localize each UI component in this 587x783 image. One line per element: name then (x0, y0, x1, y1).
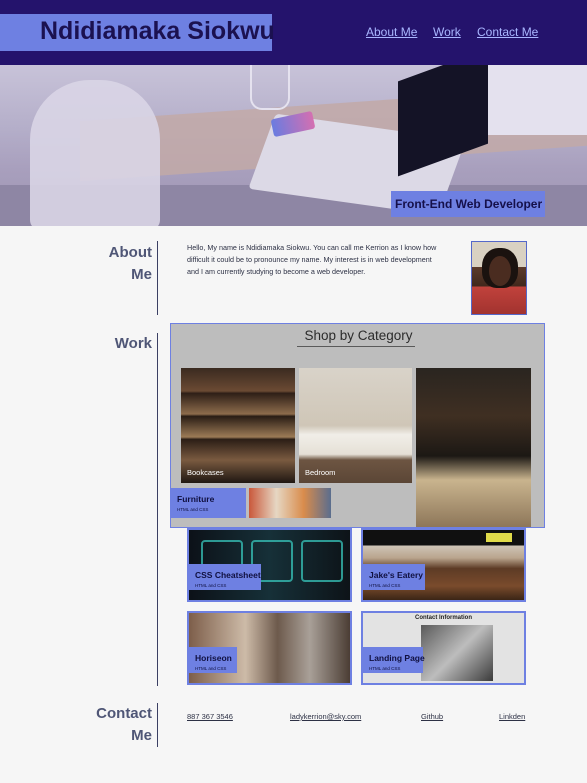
about-heading-line2: Me (131, 266, 152, 283)
contact-divider (157, 703, 158, 747)
project-title: Landing Page (369, 653, 425, 663)
css-tile-3 (301, 540, 343, 582)
jakes-nav-button (486, 533, 512, 542)
hero-laptop-screen (398, 65, 488, 177)
featured-project-card[interactable]: Shop by Category Bookcases Bedroom Furni… (170, 323, 545, 528)
name-banner: Ndidiamaka Siokwu (0, 14, 275, 51)
github-link[interactable]: Github (421, 712, 443, 721)
project-title: CSS Cheatsheet (195, 570, 261, 580)
project-title: Horiseon (195, 653, 232, 663)
about-text: Hello, My name is Ndidiamaka Siokwu. You… (187, 243, 437, 276)
site-title: Ndidiamaka Siokwu (40, 17, 275, 45)
nav-work-link[interactable]: Work (433, 25, 461, 39)
project-label: CSS Cheatsheet HTML and CSS (189, 564, 261, 590)
project-sub: HTML and CSS (369, 666, 401, 671)
project-label: Horiseon HTML and CSS (189, 647, 237, 673)
role-text: Front-End Web Developer (395, 197, 543, 211)
featured-label: Furniture HTML and CSS (171, 488, 246, 518)
phone-link[interactable]: 887 367 3546 (187, 712, 233, 721)
project-sub: HTML and CSS (195, 583, 227, 588)
featured-sub: HTML and CSS (177, 507, 209, 512)
bedroom-label: Bedroom (305, 468, 336, 477)
contact-heading: Contact Me (92, 703, 152, 747)
screenshot-title-underline (297, 346, 415, 347)
bookcases-label: Bookcases (187, 468, 224, 477)
photo-face (489, 256, 511, 286)
nav-contact-link[interactable]: Contact Me (477, 25, 538, 39)
gazebo-image (416, 368, 531, 527)
hero-chair (30, 80, 160, 226)
project-card-css-cheatsheet[interactable]: CSS Cheatsheet HTML and CSS (187, 528, 352, 602)
work-heading: Work (100, 333, 152, 355)
project-title: Jake's Eatery (369, 570, 424, 580)
profile-photo (471, 241, 527, 315)
bookcases-image: Bookcases (181, 368, 295, 483)
project-label: Landing Page HTML and CSS (363, 647, 425, 673)
project-card-landing-page[interactable]: Contact Information Landing Page HTML an… (361, 611, 526, 685)
work-divider (157, 333, 158, 686)
project-sub: HTML and CSS (369, 583, 401, 588)
wall-art-image (249, 488, 331, 518)
screenshot-title: Shop by Category (304, 328, 413, 343)
role-badge: Front-End Web Developer (391, 191, 545, 217)
about-heading: About Me (100, 242, 152, 286)
contact-heading-line1: Contact (96, 705, 152, 722)
contact-heading-line2: Me (131, 727, 152, 744)
project-card-horiseon[interactable]: Horiseon HTML and CSS (187, 611, 352, 685)
landing-screenshot-image (421, 625, 493, 681)
bedroom-image: Bedroom (299, 368, 412, 483)
hero-glass (250, 65, 290, 110)
featured-title: Furniture (177, 494, 215, 504)
email-link[interactable]: ladykerrion@sky.com (290, 712, 361, 721)
project-card-jakes-eatery[interactable]: Jake's Eatery HTML and CSS (361, 528, 526, 602)
landing-screenshot-header: Contact Information (415, 615, 472, 621)
site-header: Ndidiamaka Siokwu About Me Work Contact … (0, 0, 587, 65)
project-label: Jake's Eatery HTML and CSS (363, 564, 425, 590)
about-heading-line1: About (108, 244, 152, 261)
project-sub: HTML and CSS (195, 666, 227, 671)
linkedin-link[interactable]: Linkden (499, 712, 525, 721)
about-divider (157, 241, 158, 315)
nav-about-link[interactable]: About Me (366, 25, 417, 39)
work-heading-text: Work (114, 335, 152, 352)
